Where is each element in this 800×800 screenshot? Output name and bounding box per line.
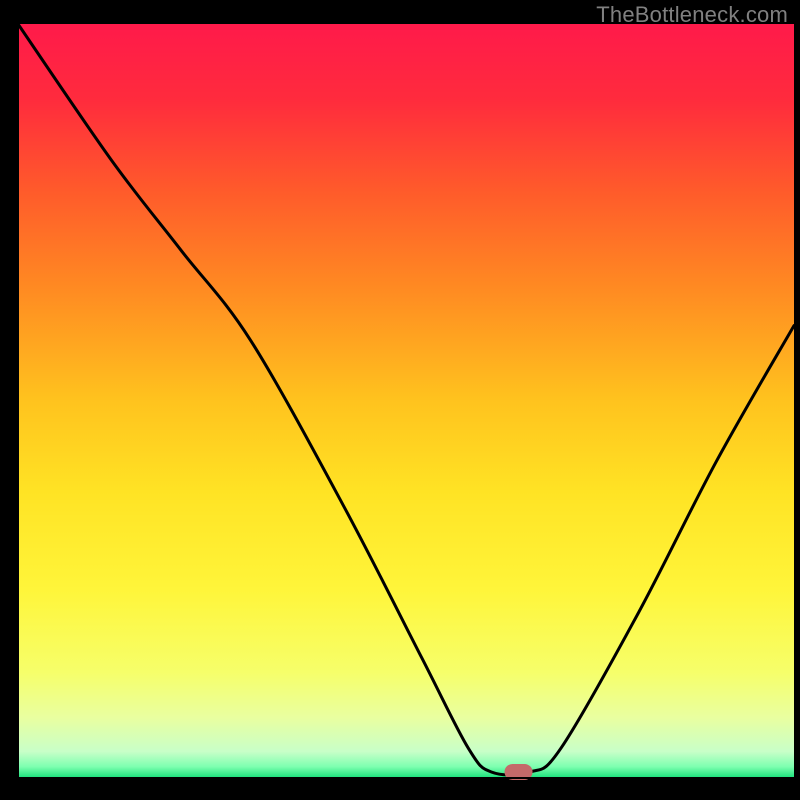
- watermark-text: TheBottleneck.com: [596, 2, 788, 28]
- bottleneck-chart: [0, 0, 800, 800]
- plot-background: [18, 24, 794, 778]
- chart-frame: TheBottleneck.com: [0, 0, 800, 800]
